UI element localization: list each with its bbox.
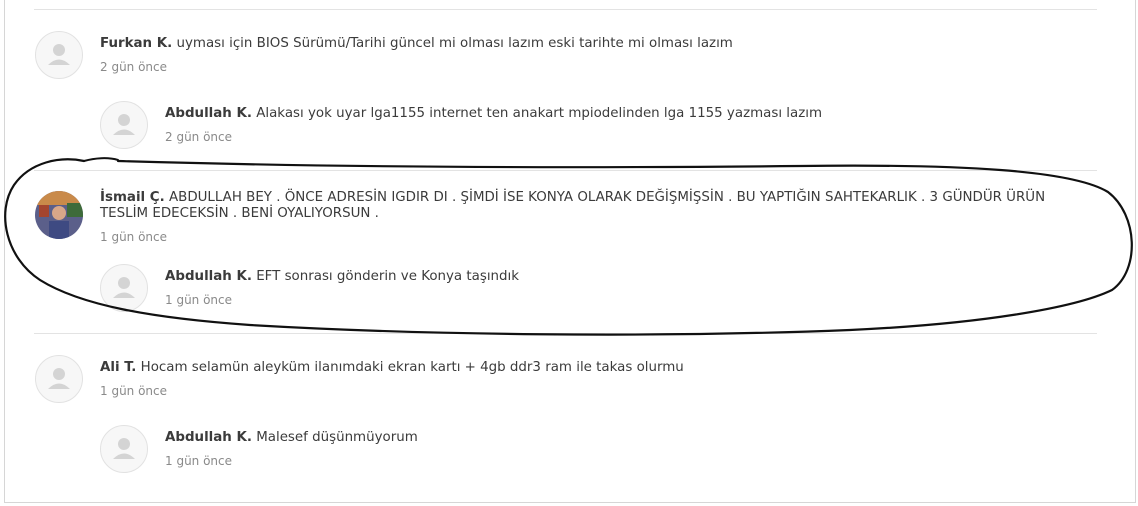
divider (34, 333, 1097, 334)
comment-time: 1 gün önce (100, 384, 168, 398)
user-photo (35, 191, 83, 239)
reply-author[interactable]: Abdullah K. (165, 106, 252, 121)
comment-time: 1 gün önce (100, 230, 168, 244)
reply-text: EFT sonrası gönderin ve Konya taşındık (256, 269, 520, 284)
comment-text: uyması için BIOS Sürümü/Tarihi güncel mi… (176, 36, 733, 51)
reply-author[interactable]: Abdullah K. (165, 430, 252, 445)
comment-text: ABDULLAH BEY . ÖNCE ADRESİN IGDIR DI . Ş… (100, 190, 1046, 221)
comment-author[interactable]: Ali T. (100, 360, 136, 375)
comments-panel (4, 0, 1136, 503)
reply-time: 1 gün önce (165, 293, 233, 307)
comment-body: Furkan K. uyması için BIOS Sürümü/Tarihi… (100, 36, 733, 52)
user-silhouette-icon (113, 438, 135, 459)
divider (34, 9, 1097, 10)
avatar[interactable] (100, 425, 148, 473)
reply-body: Abdullah K. Malesef düşünmüyorum (165, 430, 418, 446)
reply-body: Abdullah K. Alakası yok uyar lga1155 int… (165, 106, 822, 122)
comment-author[interactable]: Furkan K. (100, 36, 172, 51)
reply-text: Malesef düşünmüyorum (256, 430, 418, 445)
user-silhouette-icon (113, 277, 135, 298)
reply-time: 2 gün önce (165, 130, 233, 144)
reply-body: Abdullah K. EFT sonrası gönderin ve Kony… (165, 269, 519, 285)
avatar[interactable] (100, 264, 148, 312)
divider (34, 170, 1097, 171)
reply-author[interactable]: Abdullah K. (165, 269, 252, 284)
comment-body: Ali T. Hocam selamün aleyküm ilanımdaki … (100, 360, 684, 376)
avatar[interactable] (100, 101, 148, 149)
avatar[interactable] (35, 191, 83, 239)
avatar[interactable] (35, 355, 83, 403)
comment-time: 2 gün önce (100, 60, 168, 74)
reply-time: 1 gün önce (165, 454, 233, 468)
user-silhouette-icon (113, 114, 135, 135)
comment-body: İsmail Ç. ABDULLAH BEY . ÖNCE ADRESİN IG… (100, 190, 1090, 222)
comment-author[interactable]: İsmail Ç. (100, 190, 165, 205)
user-silhouette-icon (48, 368, 70, 389)
reply-text: Alakası yok uyar lga1155 internet ten an… (256, 106, 823, 121)
comment-text: Hocam selamün aleyküm ilanımdaki ekran k… (140, 360, 684, 375)
avatar[interactable] (35, 31, 83, 79)
user-silhouette-icon (48, 44, 70, 65)
